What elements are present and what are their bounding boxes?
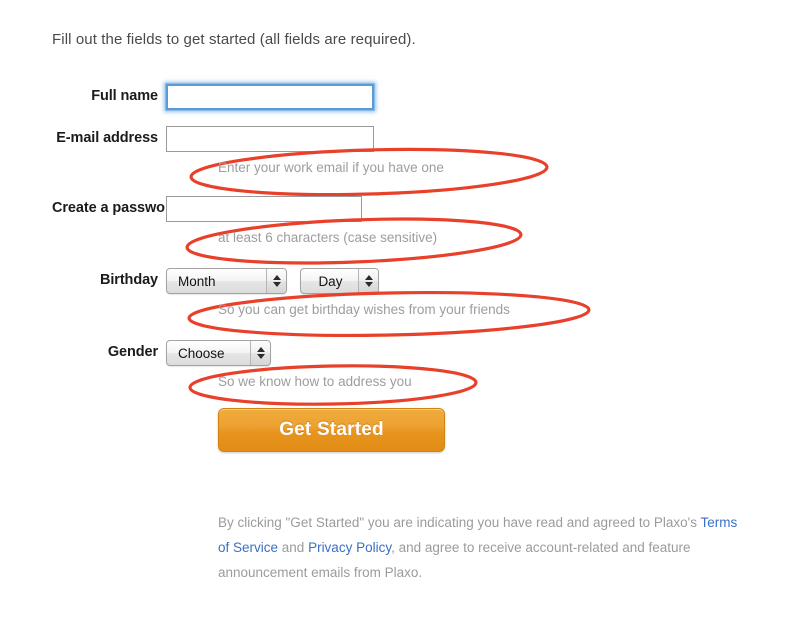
birthday-control: Month Day [158, 268, 388, 294]
email-hint-text: Enter your work email if you have one [218, 160, 444, 175]
legal-text-part2: and [278, 540, 309, 555]
birthday-month-select[interactable]: Month [166, 268, 287, 294]
password-label: Create a password [52, 200, 180, 216]
get-started-button[interactable]: Get Started [218, 408, 445, 452]
form-row-birthday: Birthday Month Day [0, 268, 800, 294]
full-name-control [158, 84, 374, 110]
password-hint-text: at least 6 characters (case sensitive) [218, 230, 438, 245]
gender-label: Gender [107, 344, 158, 360]
birthday-month-value: Month [178, 273, 216, 289]
email-input[interactable] [166, 126, 374, 152]
up-down-arrows-icon [266, 269, 286, 293]
email-control [158, 126, 374, 152]
email-hint-row: Enter your work email if you have one [0, 147, 800, 197]
gender-control: Choose [158, 340, 280, 366]
form-row-password: Create a password [0, 196, 800, 222]
legal-disclaimer: By clicking "Get Started" you are indica… [218, 510, 750, 585]
birthday-day-value: Day [318, 273, 343, 289]
form-row-gender: Gender Choose [0, 340, 800, 366]
gender-hint-text: So we know how to address you [218, 374, 412, 389]
gender-value: Choose [178, 345, 225, 361]
form-row-email: E-mail address [0, 126, 800, 152]
password-hint-row: at least 6 characters (case sensitive) [0, 217, 800, 265]
up-down-arrows-icon [358, 269, 379, 293]
birthday-hint-text: So you can get birthday wishes from your… [218, 302, 510, 317]
birthday-label: Birthday [99, 272, 158, 288]
legal-text-part1: By clicking "Get Started" you are indica… [218, 515, 701, 530]
submit-row: Get Started [0, 400, 800, 464]
full-name-label: Full name [91, 88, 158, 104]
form-row-full-name: Full name [0, 84, 800, 110]
gender-select[interactable]: Choose [166, 340, 271, 366]
privacy-policy-link[interactable]: Privacy Policy [308, 540, 391, 555]
password-control [158, 196, 362, 222]
email-label: E-mail address [56, 130, 158, 146]
birthday-hint-row: So you can get birthday wishes from your… [0, 290, 800, 338]
page-intro-text: Fill out the fields to get started (all … [52, 31, 416, 48]
full-name-input[interactable] [166, 84, 374, 110]
up-down-arrows-icon [250, 341, 270, 365]
signup-form: Full name E-mail address Enter your work… [0, 84, 800, 464]
gender-hint-row: So we know how to address you [0, 364, 800, 406]
birthday-day-select[interactable]: Day [300, 268, 380, 294]
signup-form-page: Fill out the fields to get started (all … [0, 0, 800, 624]
password-input[interactable] [166, 196, 362, 222]
